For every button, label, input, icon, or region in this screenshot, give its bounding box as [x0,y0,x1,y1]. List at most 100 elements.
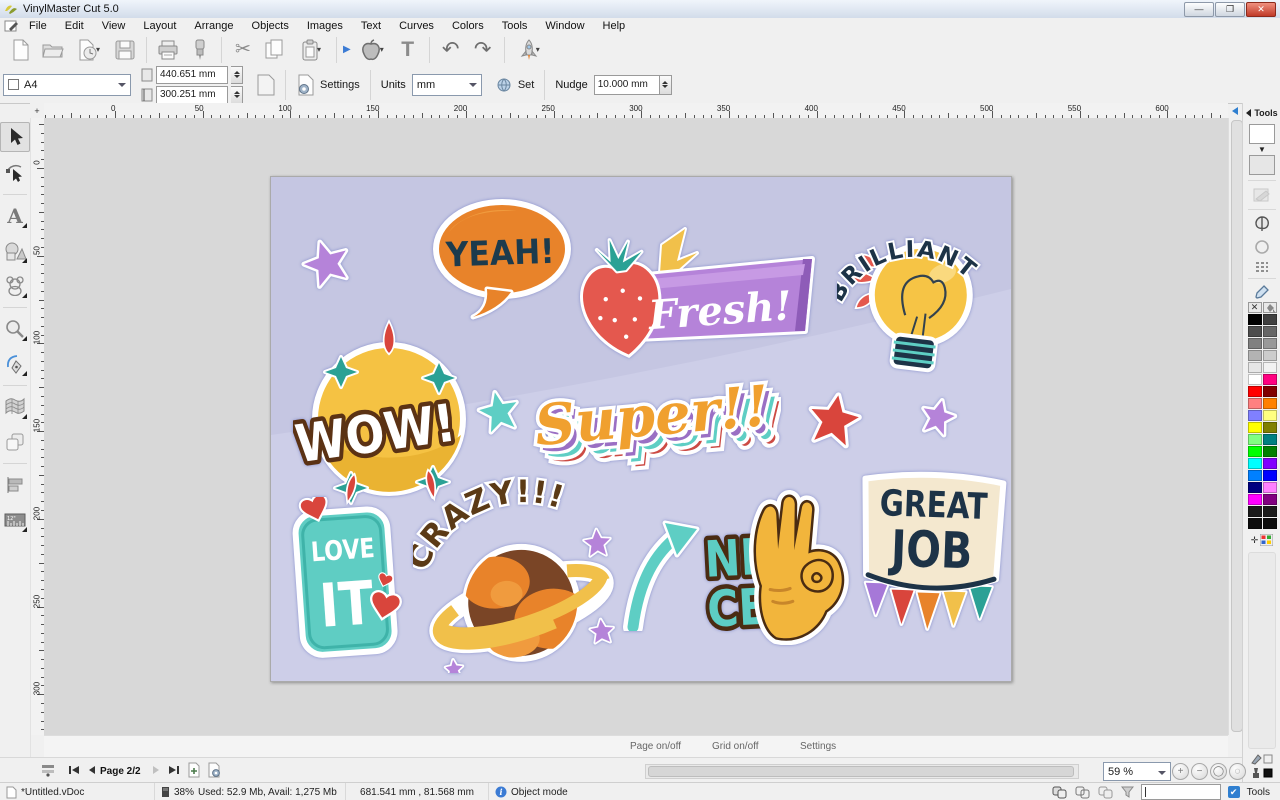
menu-images[interactable]: Images [298,20,352,32]
zoom-selection-button[interactable]: ◌ [1229,763,1246,780]
duplicate-tool[interactable] [1,428,29,456]
stroke-preview-swatch[interactable] [1249,155,1275,175]
close-button[interactable]: ✕ [1246,2,1276,17]
palette-swatch[interactable] [1263,458,1277,469]
palette-swatch[interactable] [1263,338,1277,349]
sticker-nice[interactable]: NI CE [695,489,863,645]
horizontal-scrollbar[interactable] [645,764,1079,779]
sticker-love-it[interactable]: LOVE IT [291,497,403,665]
stroke-color-indicator[interactable] [1250,753,1274,765]
clipart-tool[interactable] [1,272,29,300]
palette-swatch[interactable] [1263,374,1277,385]
page-onoff-tab[interactable]: Page on/off [630,741,681,752]
ruler-origin-button[interactable]: + [30,103,45,119]
palette-swatch[interactable] [1263,362,1277,373]
palette-swatch[interactable] [1263,314,1277,325]
palette-swatch[interactable] [1263,446,1277,457]
open-document-button[interactable] [38,36,68,64]
nudge-field[interactable]: 10.000 mm [594,75,660,95]
sticker-crazy[interactable]: CRAZY!!! [413,469,623,673]
fill-style-icon[interactable] [1253,215,1271,233]
bucket-fill-icon[interactable] [1263,302,1277,313]
palette-swatch[interactable] [1248,470,1262,481]
zoom-level-select[interactable]: 59 % [1103,762,1171,781]
sticker-great-job[interactable]: GREAT JOB [853,465,1011,635]
menu-view[interactable]: View [93,20,135,32]
palette-swatch[interactable] [1248,518,1262,529]
fill-apple-button[interactable]: ▾ [353,36,391,64]
eyedropper-icon[interactable] [1254,284,1270,300]
palette-swatch[interactable] [1248,458,1262,469]
palette-swatch[interactable] [1248,338,1262,349]
palette-swatch[interactable] [1248,350,1262,361]
print-button[interactable] [153,36,183,64]
minimize-button[interactable]: — [1184,2,1214,17]
new-document-button[interactable] [6,36,36,64]
select-group-icon[interactable] [1075,786,1091,799]
menu-window[interactable]: Window [536,20,593,32]
text-tool[interactable]: A [1,202,29,230]
document-page[interactable]: YEAH! [270,176,1012,682]
sticker-purple-star[interactable] [301,237,353,291]
align-tool[interactable] [1,471,29,499]
outline-style-icon[interactable] [1254,239,1270,255]
sticker-super[interactable]: Super!! Super!! Super!! Super!! [526,377,781,482]
menu-tools[interactable]: Tools [493,20,537,32]
no-color-swatch[interactable]: ✕ [1248,302,1262,313]
palette-swatch[interactable] [1248,326,1262,337]
shapes-tool[interactable] [1,237,29,265]
recent-files-button[interactable]: ▾ [70,36,108,64]
blank-page-button[interactable] [251,71,281,99]
palette-swatch[interactable] [1263,398,1277,409]
palette-swatch[interactable] [1248,482,1262,493]
redo-button[interactable]: ↷ [468,36,498,64]
sticker-sheet-image[interactable]: YEAH! [271,177,1011,681]
palette-swatch[interactable] [1263,506,1277,517]
tools-checkbox[interactable]: ✔ [1228,786,1240,798]
palette-swatch[interactable] [1263,422,1277,433]
cut-button[interactable]: ✂ [228,36,258,64]
layer-visibility-button[interactable] [40,762,56,778]
sticker-yeah[interactable]: YEAH! [427,197,577,325]
sticker-red-star[interactable] [803,389,865,451]
panel-scroll-area[interactable] [1248,552,1276,749]
menu-objects[interactable]: Objects [243,20,298,32]
vertical-scrollbar[interactable] [1228,118,1243,735]
palette-swatch[interactable] [1248,434,1262,445]
units-select[interactable]: mm [412,74,482,96]
horizontal-scrollbar-thumb[interactable] [648,766,1074,777]
page-options-button[interactable] [206,762,222,778]
sticker-teal-star[interactable] [475,387,523,437]
curve-tool[interactable] [1,350,29,378]
menu-help[interactable]: Help [594,20,635,32]
previous-page-button[interactable] [84,762,100,778]
palette-swatch[interactable] [1263,470,1277,481]
menu-arrange[interactable]: Arrange [185,20,242,32]
page-preset-select[interactable]: A4 [3,74,131,96]
menu-file[interactable]: File [20,20,56,32]
add-palette-button[interactable]: ✛ [1251,534,1274,546]
select-tool[interactable] [0,122,30,152]
palette-swatch[interactable] [1263,518,1277,529]
first-page-button[interactable] [66,762,82,778]
select-layer-icon[interactable] [1098,786,1114,799]
save-button[interactable] [110,36,140,64]
fill-color-indicator[interactable] [1250,767,1274,779]
menu-curves[interactable]: Curves [390,20,443,32]
menu-text[interactable]: Text [352,20,390,32]
palette-swatch[interactable] [1263,434,1277,445]
grid-onoff-tab[interactable]: Grid on/off [712,741,759,752]
cut-job-button[interactable] [185,36,215,64]
page-height-field[interactable]: 300.251 mm [156,86,228,104]
settings-tab[interactable]: Settings [800,741,836,752]
palette-swatch[interactable] [1248,494,1262,505]
palette-swatch[interactable] [1248,398,1262,409]
palette-swatch[interactable] [1248,374,1262,385]
palette-swatch[interactable] [1263,326,1277,337]
page-width-field[interactable]: 440.651 mm [156,66,228,84]
next-page-button[interactable] [148,762,164,778]
tools-panel-header[interactable]: Tools [1246,108,1277,118]
select-objects-icon[interactable] [1052,786,1068,799]
palette-swatch[interactable] [1263,350,1277,361]
zoom-in-button[interactable]: + [1172,763,1189,780]
